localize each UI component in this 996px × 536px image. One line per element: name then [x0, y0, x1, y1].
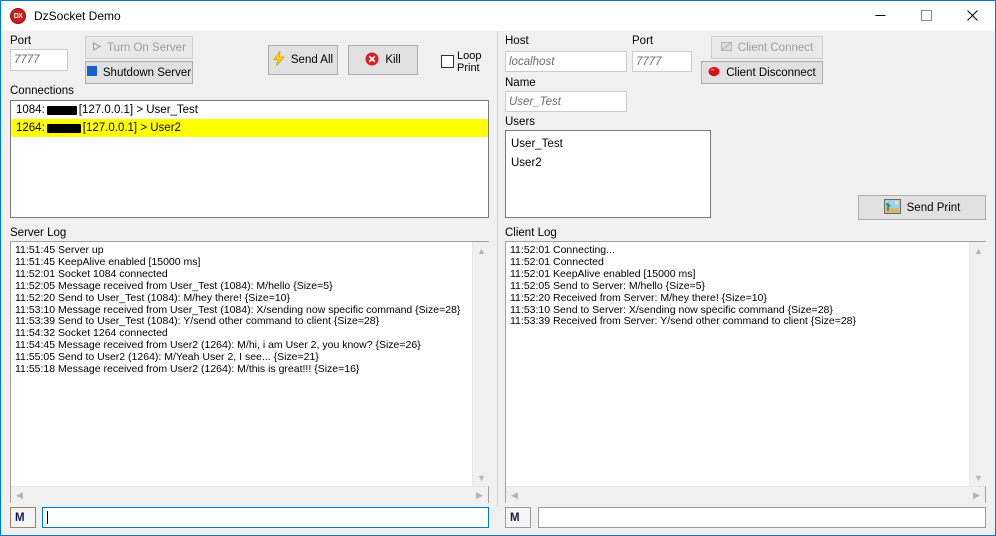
picture-icon [883, 198, 901, 217]
client-disconnect-button[interactable]: Client Disconnect [701, 61, 823, 84]
server-log-vscrollbar[interactable]: ▲ ▼ [472, 242, 489, 486]
kill-button[interactable]: Kill [348, 45, 418, 75]
client-port-label: Port [632, 35, 654, 47]
connection-ip: [127.0.0.1] > User_Test [78, 104, 199, 116]
send-all-label: Send All [290, 54, 334, 66]
dx-app-icon: DX [10, 8, 26, 24]
app-window: DX DzSocket Demo Port 7777 Turn On Serve… [0, 0, 996, 536]
log-line: 11:55:18 Message received from User2 (12… [15, 363, 360, 376]
client-message-input[interactable] [538, 507, 986, 528]
server-log-box[interactable]: 11:51:45 Server up 11:51:45 KeepAlive ena… [10, 241, 489, 503]
turn-on-server-button[interactable]: Turn On Server [85, 36, 193, 59]
users-label: Users [505, 116, 536, 128]
kill-cross-circle-icon [365, 52, 379, 69]
log-line: 11:52:20 Send to User_Test (1084): M/hey… [15, 291, 291, 304]
maximize-icon[interactable] [903, 1, 949, 30]
connections-list[interactable]: 1084: [127.0.0.1] > User_Test 1264: [127.0.… [10, 100, 489, 218]
loop-print-label-line1: Loop [457, 50, 482, 62]
scroll-right-icon[interactable]: ▶ [471, 487, 488, 504]
client-log-vscrollbar[interactable]: ▲ ▼ [969, 242, 986, 486]
scroll-down-icon[interactable]: ▼ [473, 469, 490, 486]
plug-connect-icon [720, 41, 732, 55]
send-all-button[interactable]: Send All [268, 45, 338, 75]
server-msg-mode-button[interactable]: M [10, 507, 36, 528]
connection-row[interactable]: 1264: [127.0.0.1] > User2 [11, 119, 488, 137]
scroll-up-icon[interactable]: ▲ [970, 242, 987, 259]
loop-print-label-line2: Print [457, 61, 480, 74]
stop-square-icon [86, 66, 97, 79]
connection-ip: [127.0.0.1] > User2 [82, 122, 181, 134]
connections-label: Connections [10, 85, 74, 97]
users-list[interactable]: User_Test User2 [505, 130, 711, 218]
client-log-box[interactable]: 11:52:01 Connecting... 11:52:01 Connected… [505, 241, 986, 503]
window-title: DzSocket Demo [34, 9, 121, 23]
connection-row[interactable]: 1084: [127.0.0.1] > User_Test [11, 101, 488, 119]
log-line: 11:52:01 Socket 1084 connected [15, 267, 168, 280]
scroll-down-icon[interactable]: ▼ [970, 469, 987, 486]
send-print-label: Send Print [906, 201, 961, 214]
lightning-bolt-icon [273, 49, 285, 69]
shutdown-server-label: Shutdown Server [102, 66, 192, 79]
text-caret [47, 511, 48, 524]
shutdown-server-button[interactable]: Shutdown Server [85, 61, 193, 84]
scroll-left-icon[interactable]: ◀ [11, 487, 28, 504]
client-host-label: Host [505, 35, 529, 47]
client-port-input[interactable]: 7777 [632, 51, 692, 72]
server-port-label: Port [10, 35, 32, 47]
server-message-input[interactable] [42, 507, 489, 528]
redacted-text [46, 105, 77, 115]
client-log-label: Client Log [505, 227, 557, 239]
client-msg-mode-button[interactable]: M [505, 507, 531, 528]
title-bar: DX DzSocket Demo [1, 1, 995, 31]
close-icon[interactable] [949, 1, 995, 30]
checkbox-icon[interactable] [441, 55, 454, 73]
server-log-label: Server Log [10, 227, 67, 239]
log-line: 11:52:05 Send to Server: M/hello {Size=5… [510, 279, 706, 292]
client-host-input[interactable]: localhost [505, 51, 627, 72]
log-line: 11:53:39 Received from Server: Y/send ot… [510, 315, 857, 328]
minimize-icon[interactable] [857, 1, 903, 30]
scroll-right-icon[interactable]: ▶ [968, 487, 985, 504]
client-name-input[interactable]: User_Test [505, 91, 627, 112]
log-line: 11:52:01 KeepAlive enabled [15000 ms] [510, 267, 696, 280]
log-line: 11:52:05 Message received from User_Test… [15, 279, 333, 292]
disconnect-icon [708, 66, 720, 80]
play-triangle-icon [92, 41, 102, 54]
user-list-item[interactable]: User_Test [506, 134, 710, 153]
panel-divider [497, 31, 498, 507]
connection-port: 1264: [16, 122, 45, 134]
turn-on-server-label: Turn On Server [107, 41, 186, 54]
client-log-hscrollbar[interactable]: ◀ ▶ [506, 486, 985, 503]
log-line: 11:52:20 Received from Server: M/hey the… [510, 291, 767, 304]
connection-port: 1084: [16, 104, 45, 116]
client-connect-label: Client Connect [737, 41, 814, 54]
scroll-left-icon[interactable]: ◀ [506, 487, 523, 504]
scroll-up-icon[interactable]: ▲ [473, 242, 490, 259]
user-list-item[interactable]: User2 [506, 153, 710, 172]
client-connect-button[interactable]: Client Connect [711, 36, 823, 59]
redacted-text [46, 123, 81, 133]
loop-print-checkbox[interactable]: Loop Print [441, 50, 482, 74]
kill-label: Kill [385, 54, 401, 66]
send-print-button[interactable]: Send Print [858, 195, 986, 220]
client-disconnect-label: Client Disconnect [726, 66, 816, 79]
client-name-label: Name [505, 77, 536, 89]
server-port-input[interactable]: 7777 [10, 49, 68, 71]
server-log-hscrollbar[interactable]: ◀ ▶ [11, 486, 488, 503]
